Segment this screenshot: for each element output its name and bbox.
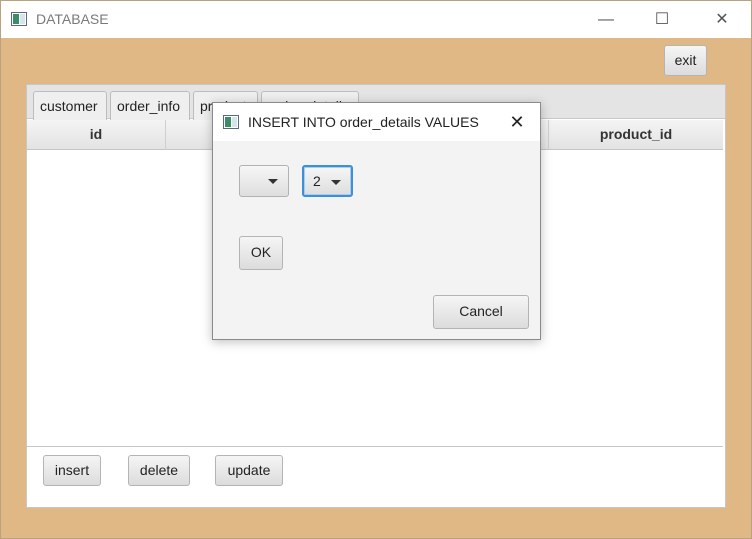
ok-button[interactable]: OK: [239, 236, 283, 270]
window-title-bar: DATABASE — ☐ ✕: [0, 0, 752, 38]
app-icon: [11, 12, 27, 26]
exit-button[interactable]: exit: [664, 45, 707, 76]
update-button[interactable]: update: [215, 455, 283, 486]
maximize-icon[interactable]: ☐: [639, 5, 685, 35]
dialog-app-icon: [223, 115, 239, 129]
dialog-title-bar: INSERT INTO order_details VALUES ✕: [213, 103, 540, 141]
column-header-product-id[interactable]: product_id: [549, 120, 723, 150]
dialog-title: INSERT INTO order_details VALUES: [248, 114, 479, 130]
minimize-icon[interactable]: —: [583, 5, 629, 35]
column-header-id[interactable]: id: [27, 120, 166, 150]
chevron-down-icon: [268, 179, 278, 184]
delete-button[interactable]: delete: [128, 455, 190, 486]
value-combo-2[interactable]: 2: [302, 165, 353, 197]
value-combo-1[interactable]: [239, 165, 289, 197]
tab-customer[interactable]: customer: [33, 91, 107, 121]
dialog-close-icon[interactable]: ✕: [504, 109, 530, 135]
tab-order-info[interactable]: order_info: [110, 91, 190, 121]
combo-2-value: 2: [313, 173, 321, 189]
cancel-button[interactable]: Cancel: [433, 295, 529, 329]
close-icon[interactable]: ✕: [699, 5, 745, 35]
chevron-down-icon: [331, 180, 341, 185]
insert-button[interactable]: insert: [43, 455, 101, 486]
window-title: DATABASE: [36, 11, 109, 27]
insert-dialog: INSERT INTO order_details VALUES ✕ 2 OK …: [212, 102, 541, 340]
